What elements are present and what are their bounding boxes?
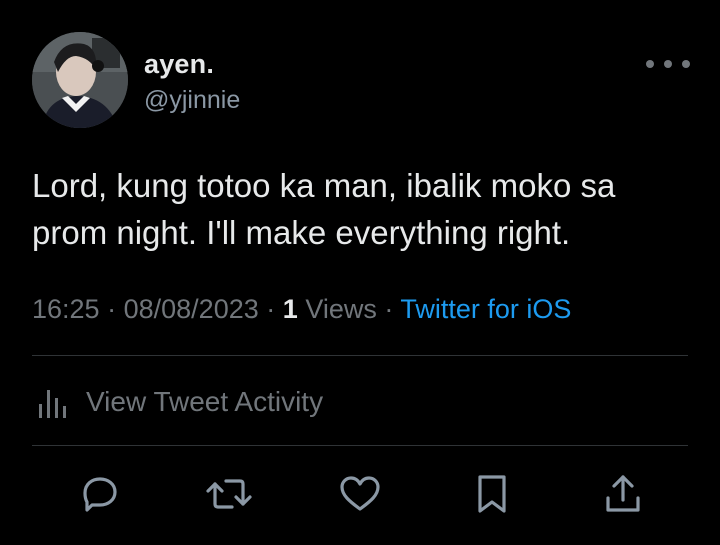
meta-separator: · [266, 294, 276, 324]
meta-separator: · [384, 294, 394, 324]
views-label: Views [305, 294, 377, 324]
display-name[interactable]: ayen. [144, 49, 214, 80]
meta-separator: · [107, 294, 117, 324]
retweet-button[interactable] [203, 468, 255, 520]
share-button[interactable] [597, 468, 649, 520]
retweet-icon [206, 479, 252, 509]
avatar-image [32, 32, 128, 128]
tweet-text: Lord, kung totoo ka man, ibalik moko sa … [32, 167, 616, 251]
bookmark-button[interactable] [466, 468, 518, 520]
divider [32, 445, 688, 446]
avatar[interactable] [32, 32, 128, 128]
tweet-time[interactable]: 16:25 [32, 294, 100, 324]
tweet-date[interactable]: 08/08/2023 [124, 294, 259, 324]
reply-button[interactable] [74, 468, 126, 520]
analytics-icon [39, 390, 66, 418]
action-bar [0, 468, 720, 520]
tweet-meta: 16:25 · 08/08/2023 · 1 Views · Twitter f… [32, 294, 571, 325]
bookmark-icon [478, 475, 506, 513]
reply-icon [83, 477, 117, 512]
like-button[interactable] [334, 468, 386, 520]
view-tweet-activity-button[interactable]: View Tweet Activity [36, 380, 323, 424]
like-icon [340, 476, 380, 511]
share-icon [606, 475, 640, 512]
divider [32, 355, 688, 356]
tweet-source-link[interactable]: Twitter for iOS [400, 294, 571, 324]
views-count: 1 [282, 294, 298, 324]
user-handle[interactable]: @yjinnie [144, 86, 240, 115]
more-options-icon[interactable] [646, 56, 690, 72]
activity-label: View Tweet Activity [86, 386, 324, 417]
